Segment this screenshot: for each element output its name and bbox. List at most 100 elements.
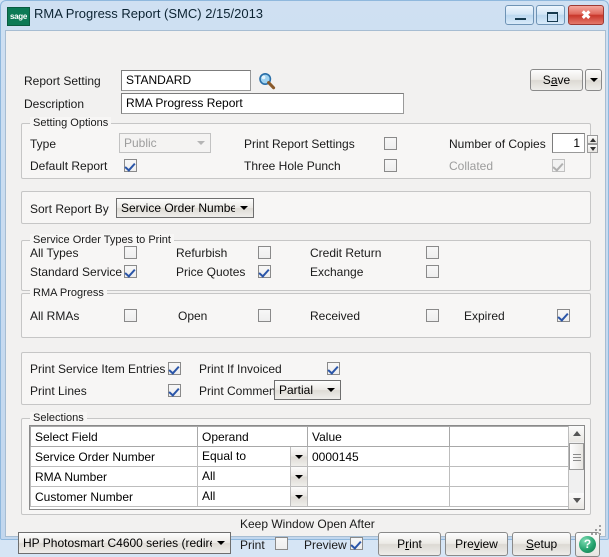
keep-open-preview-checkbox[interactable] [350,537,363,550]
chevron-down-icon[interactable] [290,487,307,506]
all-rmas-checkbox[interactable] [124,309,137,322]
print-lines-label: Print Lines [30,384,87,398]
selections-title: Selections [30,412,87,424]
help-button[interactable]: ? [575,532,600,557]
column-header-value: Value [307,426,450,447]
chevron-down-icon [217,541,225,545]
save-dropdown-button[interactable] [585,69,602,91]
refurbish-label: Refurbish [176,246,228,260]
close-button[interactable]: ✖ [568,5,604,25]
cell-select-field[interactable]: Customer Number [30,486,198,507]
open-label: Open [178,309,208,323]
description-label: Description [24,97,85,111]
sort-report-by-dropdown[interactable]: Service Order Number [116,198,254,218]
default-report-checkbox[interactable] [124,159,137,172]
table-row[interactable]: Customer Number All [30,486,584,507]
type-dropdown-value: Public [124,136,157,150]
print-if-invoiced-checkbox[interactable] [327,362,340,375]
keep-open-print-checkbox[interactable] [275,537,288,550]
column-header-select-field: Select Field [30,426,198,447]
chevron-down-icon[interactable] [290,447,307,466]
cell-operand[interactable]: All [197,486,308,507]
credit-return-checkbox[interactable] [426,246,439,259]
open-checkbox[interactable] [258,309,271,322]
price-quotes-checkbox[interactable] [258,265,271,278]
cell-extra[interactable] [449,486,584,507]
application-window: sage RMA Progress Report (SMC) 2/15/2013… [0,0,609,557]
number-of-copies-stepper[interactable] [587,135,598,154]
standard-service-checkbox[interactable] [124,265,137,278]
resize-grip[interactable] [591,523,602,535]
minimize-button[interactable] [505,5,534,25]
sage-logo-icon: sage [7,7,30,26]
column-header-operand: Operand [197,426,308,447]
title-bar: sage RMA Progress Report (SMC) 2/15/2013… [1,1,609,31]
cell-operand[interactable]: Equal to [197,446,308,467]
print-comments-dropdown[interactable]: Partial [274,380,341,400]
print-service-item-entries-label: Print Service Item Entries [30,362,166,376]
keep-window-open-label: Keep Window Open After [240,517,375,531]
save-button[interactable]: Save [530,69,583,91]
maximize-restore-button[interactable] [536,5,565,25]
cell-select-field[interactable]: Service Order Number [30,446,198,467]
stepper-up-icon[interactable] [587,135,598,144]
scroll-down-icon[interactable] [569,493,584,509]
chevron-down-icon [327,388,335,392]
cell-value[interactable] [307,466,450,487]
chevron-down-icon [589,78,598,82]
rma-progress-title: RMA Progress [30,287,107,299]
service-order-types-title: Service Order Types to Print [30,234,174,246]
print-lines-checkbox[interactable] [168,384,181,397]
table-row[interactable]: Service Order Number Equal to 0000145 [30,446,584,467]
column-header-extra [449,426,584,447]
magnifier-icon[interactable] [258,72,276,90]
print-button[interactable]: Print [378,532,441,556]
chevron-down-icon [240,206,248,210]
setup-button[interactable]: Setup [512,532,571,556]
type-label: Type [30,137,57,151]
received-checkbox[interactable] [426,309,439,322]
standard-service-label: Standard Service [30,265,123,279]
cell-extra[interactable] [449,466,584,487]
price-quotes-label: Price Quotes [176,265,246,279]
report-setting-input[interactable]: STANDARD [121,70,251,91]
description-input[interactable]: RMA Progress Report [121,93,404,114]
preview-button-label: Preview [455,537,498,551]
number-of-copies-input[interactable]: 1 [552,133,585,153]
minimize-icon [515,18,526,20]
scrollbar-thumb[interactable] [569,443,584,470]
print-service-item-entries-checkbox[interactable] [168,362,181,375]
cell-value[interactable] [307,486,450,507]
preview-button[interactable]: Preview [445,532,508,556]
cell-extra[interactable] [449,446,584,467]
print-report-settings-label: Print Report Settings [244,137,355,151]
collated-checkbox [552,159,565,172]
cell-value[interactable]: 0000145 [307,446,450,467]
print-report-settings-checkbox[interactable] [384,137,397,150]
sort-report-by-label: Sort Report By [30,202,109,216]
stepper-down-icon[interactable] [587,144,598,153]
save-button-label: Save [542,73,571,87]
refurbish-checkbox[interactable] [258,246,271,259]
selections-grid[interactable]: Select Field Operand Value Service Order… [29,425,585,510]
cell-select-field[interactable]: RMA Number [30,466,198,487]
all-rmas-label: All RMAs [30,309,80,323]
setting-options-title: Setting Options [30,117,112,129]
all-types-label: All Types [30,246,79,260]
sort-report-by-value: Service Order Number [121,201,235,215]
exchange-checkbox[interactable] [426,265,439,278]
table-row[interactable]: RMA Number All [30,466,584,487]
chevron-down-icon[interactable] [290,467,307,486]
three-hole-punch-checkbox[interactable] [384,159,397,172]
window-title: RMA Progress Report (SMC) 2/15/2013 [34,6,264,21]
number-of-copies-label: Number of Copies [449,137,546,151]
expired-label: Expired [464,309,505,323]
scroll-up-icon[interactable] [569,426,584,442]
selections-table: Select Field Operand Value Service Order… [30,426,584,507]
grid-vertical-scrollbar[interactable] [568,426,584,509]
all-types-checkbox[interactable] [124,246,137,259]
cell-operand[interactable]: All [197,466,308,487]
printer-dropdown[interactable]: HP Photosmart C4600 series (redirected [18,532,231,554]
expired-checkbox[interactable] [557,309,570,322]
client-area: Report Setting STANDARD Save Description… [5,30,606,557]
